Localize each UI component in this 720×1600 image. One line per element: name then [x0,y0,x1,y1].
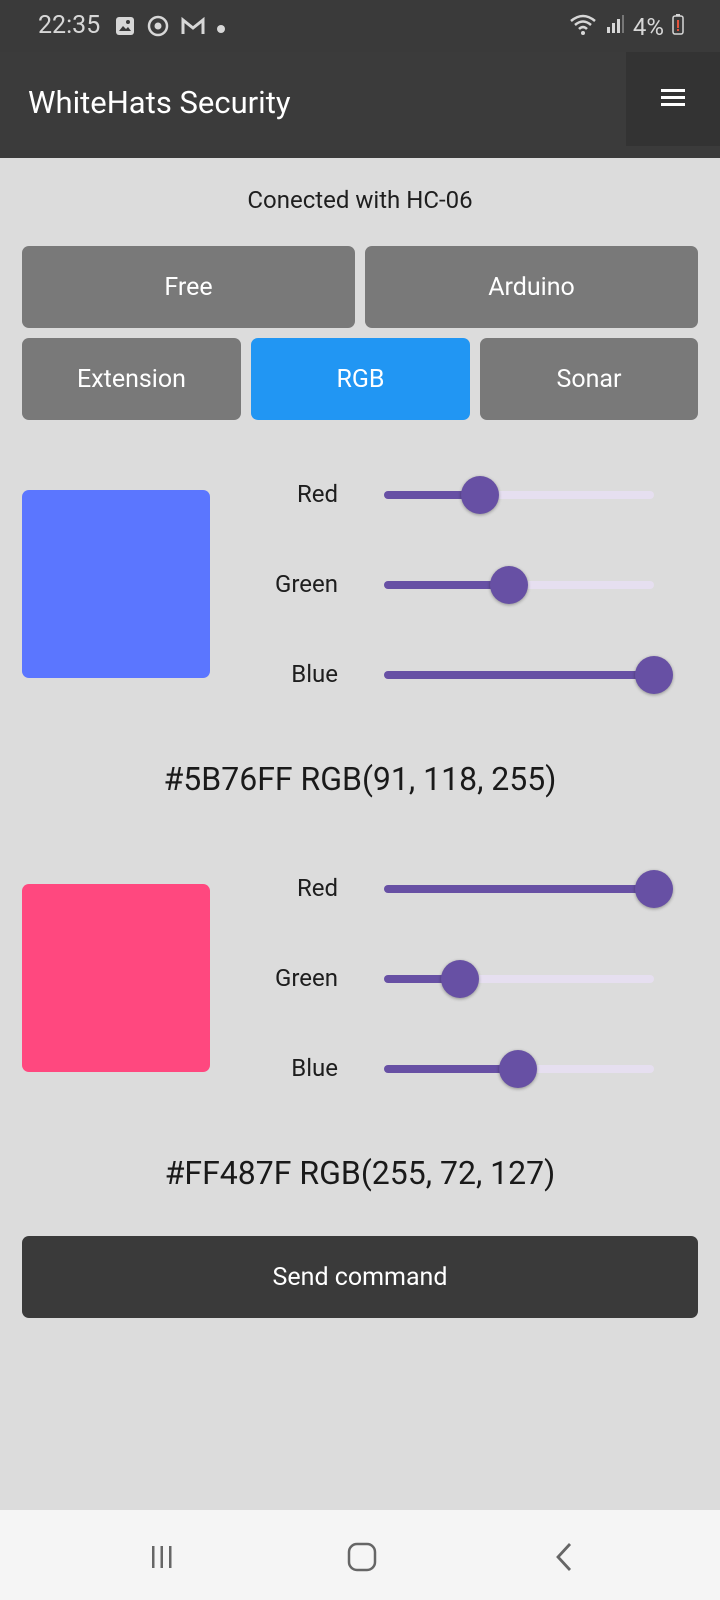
slider-thumb[interactable] [461,476,499,514]
slider-red-1[interactable]: Red [0,474,720,514]
slider-green-1[interactable]: Green [0,564,720,604]
mode-button-free[interactable]: Free [22,246,355,328]
slider-thumb[interactable] [635,656,673,694]
slider-label: Red [296,480,338,508]
signal-icon [605,13,625,41]
color-value-text-2: #FF487F RGB(255, 72, 127) [164,1154,556,1192]
gmail-icon [180,15,206,41]
battery-icon [672,13,684,41]
connection-status: Conected with HC-06 [247,186,473,214]
slider-track[interactable] [384,656,673,694]
slider-red-2[interactable]: Red [0,868,720,908]
slider-fill [384,671,654,679]
slider-label: Blue [291,1054,338,1082]
sync-icon [146,14,170,42]
send-command-button[interactable]: Send command [22,1236,698,1318]
wifi-icon [569,12,597,42]
slider-track[interactable] [384,960,654,998]
menu-button[interactable] [626,52,720,146]
recent-apps-icon[interactable] [142,1540,182,1574]
slider-label: Blue [291,660,338,688]
status-icons-right: 4% [569,12,684,42]
slider-track[interactable] [384,1050,654,1088]
slider-thumb[interactable] [490,566,528,604]
slider-fill [384,885,654,893]
status-time: 22:35 [38,11,101,40]
mode-button-sonar[interactable]: Sonar [480,338,698,420]
color-value-text-1: #5B76FF RGB(91, 118, 255) [163,760,557,798]
dot-icon [216,19,226,38]
slider-fill [384,1065,518,1073]
slider-blue-1[interactable]: Blue [0,654,720,694]
app-title: WhiteHats Security [28,84,291,121]
slider-thumb[interactable] [635,870,673,908]
slider-label: Green [275,570,338,598]
mode-button-arduino[interactable]: Arduino [365,246,698,328]
slider-track[interactable] [384,476,654,514]
slider-blue-2[interactable]: Blue [0,1048,720,1088]
status-bar: 22:35 4% [0,0,720,52]
slider-label: Green [275,964,338,992]
slider-track[interactable] [384,870,673,908]
slider-thumb[interactable] [441,960,479,998]
slider-label: Red [296,874,338,902]
system-nav-bar [0,1510,720,1600]
status-icons-left [114,14,226,42]
hamburger-menu-icon [660,87,686,111]
mode-button-rgb[interactable]: RGB [251,338,470,420]
home-icon[interactable] [342,1540,382,1574]
image-icon [114,15,136,41]
slider-track[interactable] [384,566,654,604]
mode-button-extension[interactable]: Extension [22,338,241,420]
slider-green-2[interactable]: Green [0,958,720,998]
app-bar: WhiteHats Security [0,52,720,158]
slider-thumb[interactable] [499,1050,537,1088]
back-icon[interactable] [545,1540,585,1574]
battery-percent: 4% [632,13,664,41]
